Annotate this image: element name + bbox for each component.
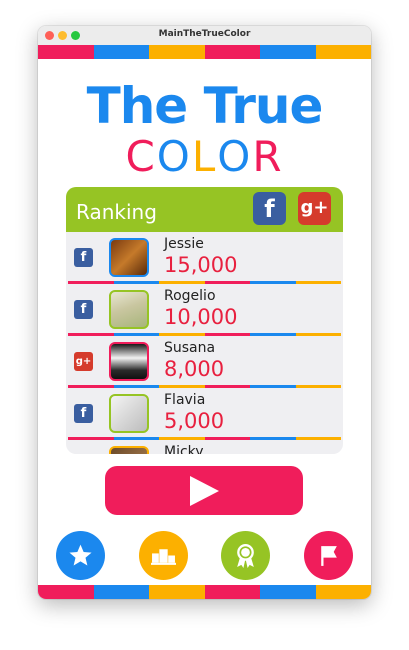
play-icon <box>190 476 219 506</box>
facebook-icon: f <box>74 404 93 423</box>
player-name: Flavia <box>164 392 206 408</box>
avatar <box>109 238 149 277</box>
flag-icon <box>321 546 337 566</box>
player-name: Rogelio <box>164 288 216 304</box>
podium-icon <box>151 549 176 565</box>
bottom-color-stripe <box>38 585 371 599</box>
player-score: 15,000 <box>164 253 238 277</box>
ranking-row[interactable]: f Rogelio 10,000 <box>66 284 343 336</box>
ranking-list[interactable]: f Jessie 15,000 f Rogelio 10,000 g+ Susa… <box>66 232 343 454</box>
player-name: Micky <box>164 444 204 454</box>
ranking-row[interactable]: f Jessie 15,000 <box>66 232 343 284</box>
ranking-panel: Ranking f g+ f Jessie 15,000 f Rogelio 1… <box>66 187 343 454</box>
avatar <box>109 394 149 433</box>
report-button[interactable] <box>304 531 353 580</box>
player-name: Susana <box>164 340 216 356</box>
award-ribbon-icon <box>237 544 254 568</box>
ranking-header: Ranking f g+ <box>66 187 343 232</box>
logo-color-word: COLOR <box>38 133 371 181</box>
favorites-button[interactable] <box>56 531 105 580</box>
star-icon <box>69 544 92 566</box>
logo-letter: R <box>252 132 284 181</box>
play-button[interactable] <box>105 466 303 515</box>
facebook-share-button[interactable]: f <box>253 192 286 225</box>
player-score: 8,000 <box>164 357 225 381</box>
facebook-icon: f <box>74 248 93 267</box>
title-bar: MainTheTrueColor <box>38 26 371 46</box>
ranking-row[interactable]: f Flavia 5,000 <box>66 388 343 440</box>
google-plus-icon: g+ <box>74 352 93 371</box>
player-score: 5,000 <box>164 409 225 433</box>
logo-title: The True <box>86 77 324 135</box>
ranking-row[interactable]: f Micky <box>66 440 343 454</box>
player-score: 10,000 <box>164 305 238 329</box>
leaderboard-button[interactable] <box>139 531 188 580</box>
ranking-row[interactable]: g+ Susana 8,000 <box>66 336 343 388</box>
logo-letter: O <box>156 132 192 181</box>
avatar <box>109 342 149 381</box>
ranking-title: Ranking <box>76 200 157 224</box>
avatar <box>109 290 149 329</box>
app-window: MainTheTrueColor The True COLOR Ranking … <box>38 26 371 599</box>
logo-letter: L <box>191 132 218 181</box>
top-color-stripe <box>38 45 371 59</box>
google-plus-share-button[interactable]: g+ <box>298 192 331 225</box>
logo-letter: C <box>125 132 157 181</box>
window-title: MainTheTrueColor <box>158 29 251 39</box>
logo-letter: O <box>217 132 253 181</box>
avatar <box>109 446 149 454</box>
player-name: Jessie <box>164 236 204 252</box>
facebook-icon: f <box>74 300 93 319</box>
achievements-button[interactable] <box>221 531 270 580</box>
